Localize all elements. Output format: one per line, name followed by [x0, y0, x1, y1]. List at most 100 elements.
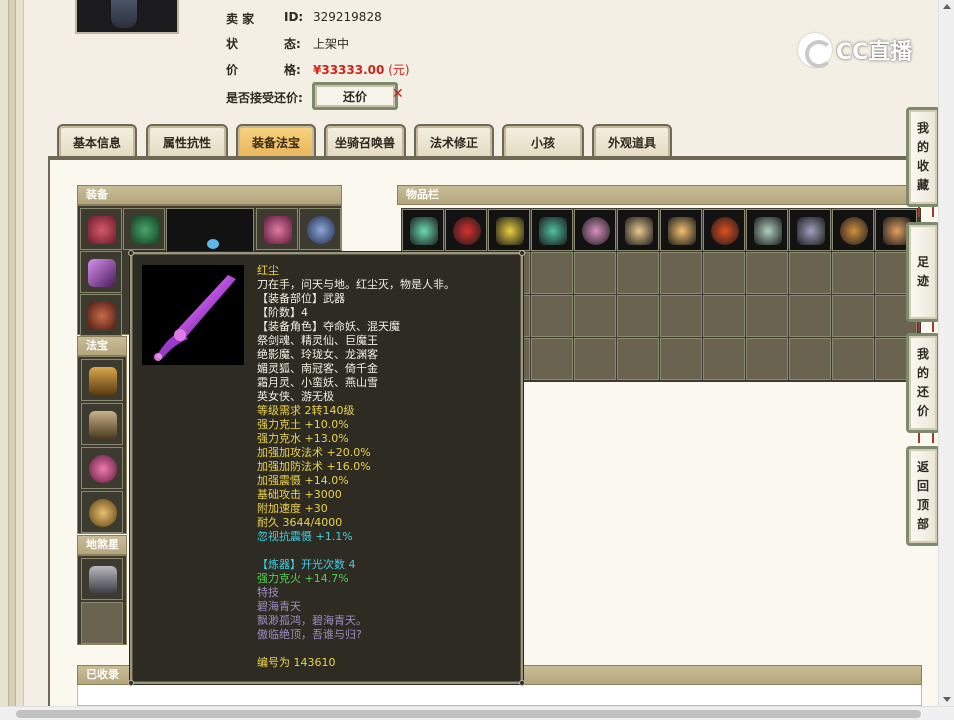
equip-slot-weapon[interactable]	[80, 251, 122, 293]
inventory-slot[interactable]	[746, 295, 788, 337]
my-counter-offers-char: 我	[916, 347, 929, 361]
treasure-slot-1[interactable]	[81, 359, 123, 401]
tab-basic-info[interactable]: 基本信息	[57, 124, 137, 158]
equip-slot-necklace[interactable]	[123, 208, 165, 250]
tooltip-line: 基础攻击 +3000	[257, 488, 342, 501]
inventory-slot[interactable]	[746, 252, 788, 294]
tab-child[interactable]: 小孩	[502, 124, 584, 158]
my-favorites-char: 藏	[916, 178, 929, 192]
cc-logo-text: CC直播	[836, 40, 913, 65]
inventory-slot[interactable]	[531, 295, 573, 337]
my-favorites-char: 的	[916, 140, 929, 154]
equip-slot-shoes[interactable]	[80, 294, 122, 336]
counter-offer-button[interactable]: 还价	[312, 82, 398, 110]
back-to-top-char: 回	[916, 479, 929, 493]
tooltip-line: 耐久 3644/4000	[257, 516, 343, 529]
inventory-slot[interactable]	[703, 338, 745, 380]
inventory-item-icon	[410, 217, 438, 245]
treasure-slot-3[interactable]	[81, 447, 123, 489]
price-value: ¥33333.00	[313, 63, 385, 77]
scroll-item-icon	[89, 411, 117, 439]
earth-spirit-grid	[77, 555, 127, 645]
inventory-slot[interactable]	[531, 252, 573, 294]
inventory-slot[interactable]	[789, 209, 831, 251]
inventory-slot[interactable]	[402, 209, 444, 251]
inventory-slot[interactable]	[574, 338, 616, 380]
scroll-up-icon[interactable]	[943, 4, 951, 9]
side-connector	[918, 433, 934, 443]
cc-logo-icon	[798, 33, 833, 68]
equip-slot-ring[interactable]	[299, 208, 341, 250]
tooltip-line: 特技	[257, 586, 279, 599]
inventory-slot[interactable]	[488, 209, 530, 251]
necklace-item-icon	[131, 216, 159, 244]
inventory-slot[interactable]	[445, 209, 487, 251]
inventory-slot[interactable]	[574, 252, 616, 294]
scroll-down-icon[interactable]	[943, 697, 951, 702]
counter-offer-disabled-icon: ✕	[392, 86, 404, 102]
my-favorites-char: 收	[916, 159, 929, 173]
inventory-slot[interactable]	[703, 295, 745, 337]
my-counter-offers-button[interactable]: 我 的 还 价	[906, 333, 940, 433]
inventory-slot[interactable]	[832, 209, 874, 251]
price-label-b: 格:	[284, 63, 301, 77]
inventory-slot[interactable]	[660, 209, 702, 251]
seller-id-value: 329219828	[313, 10, 382, 24]
inventory-slot[interactable]	[617, 295, 659, 337]
earth-spirit-slot[interactable]	[81, 558, 123, 600]
earth-spirit-slot-empty[interactable]	[81, 602, 123, 644]
inventory-slot[interactable]	[617, 252, 659, 294]
inventory-item-icon	[754, 217, 782, 245]
inventory-slot[interactable]	[660, 338, 702, 380]
equip-slot-helmet[interactable]	[80, 208, 122, 250]
inventory-slot[interactable]	[531, 209, 573, 251]
counter-offer-label: 是否接受还价:	[226, 91, 303, 105]
tab-mounts-pets[interactable]: 坐骑召唤兽	[324, 124, 406, 158]
tooltip-line: 媚灵狐、南冠客、倚千金	[257, 362, 378, 375]
my-counter-offers-char: 的	[916, 366, 929, 380]
horizontal-scrollbar[interactable]	[0, 706, 954, 720]
tooltip-line: 碧海青天	[257, 600, 301, 613]
inventory-item-icon	[582, 217, 610, 245]
inventory-slot[interactable]	[574, 295, 616, 337]
back-to-top-button[interactable]: 返 回 顶 部	[906, 446, 940, 546]
inventory-item-icon	[625, 217, 653, 245]
my-counter-offers-char: 价	[916, 404, 929, 418]
ring-item-icon	[307, 216, 335, 244]
vertical-scrollbar[interactable]	[938, 0, 954, 706]
horizontal-scroll-thumb[interactable]	[16, 710, 921, 718]
tooltip-corner	[519, 250, 525, 256]
treasure-slot-2[interactable]	[81, 403, 123, 445]
sword-icon	[154, 275, 236, 361]
tab-spell-correction[interactable]: 法术修正	[414, 124, 494, 158]
inventory-slot[interactable]	[574, 209, 616, 251]
inventory-slot[interactable]	[617, 209, 659, 251]
inventory-slot[interactable]	[789, 295, 831, 337]
inventory-slot[interactable]	[789, 338, 831, 380]
tab-appearance[interactable]: 外观道具	[592, 124, 672, 158]
inventory-slot[interactable]	[660, 252, 702, 294]
inventory-slot[interactable]	[746, 338, 788, 380]
inventory-slot[interactable]	[746, 209, 788, 251]
footprint-button[interactable]: 足 迹	[906, 222, 940, 322]
back-to-top-char: 顶	[916, 498, 929, 512]
inventory-slot[interactable]	[832, 252, 874, 294]
inventory-slot[interactable]	[703, 209, 745, 251]
inventory-slot[interactable]	[832, 338, 874, 380]
inventory-slot[interactable]	[832, 295, 874, 337]
treasure-section-header: 法宝	[77, 336, 127, 356]
my-favorites-button[interactable]: 我 的 收 藏	[906, 107, 940, 207]
weapon-image	[142, 265, 244, 365]
tooltip-corner	[128, 680, 134, 686]
equip-slot-mask[interactable]	[256, 208, 298, 250]
treasure-slot-4[interactable]	[81, 491, 123, 533]
inventory-slot[interactable]	[531, 338, 573, 380]
tab-equipment[interactable]: 装备法宝	[236, 124, 316, 158]
inventory-slot[interactable]	[789, 252, 831, 294]
inventory-slot[interactable]	[617, 338, 659, 380]
inventory-slot[interactable]	[703, 252, 745, 294]
inventory-slot[interactable]	[660, 295, 702, 337]
tooltip-text: 红尘 刀在手，问天与地。红尘灭，物是人非。 【装备部位】武器 【阶数】4 【装备角色】…	[257, 264, 517, 670]
earth-spirit-section-header: 地煞星	[77, 535, 127, 555]
tab-attributes[interactable]: 属性抗性	[146, 124, 228, 158]
